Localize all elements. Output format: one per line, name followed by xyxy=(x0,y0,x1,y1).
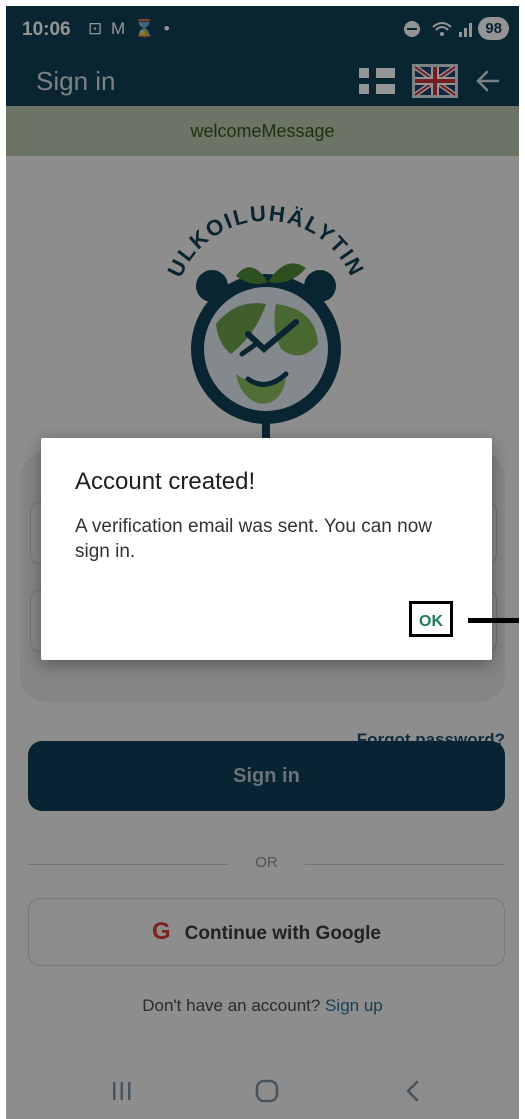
dialog-message: A verification email was sent. You can n… xyxy=(75,516,432,562)
app-screen: 10:06 ⊡ M ⌛ • 98 Sign in welcomeMessage … xyxy=(6,6,519,1119)
dialog-title: Account created! xyxy=(75,468,256,495)
account-created-dialog: Account created! A verification email wa… xyxy=(41,438,492,660)
dialog-ok-button[interactable]: OK xyxy=(409,601,453,637)
ok-pointer-line xyxy=(468,618,519,623)
